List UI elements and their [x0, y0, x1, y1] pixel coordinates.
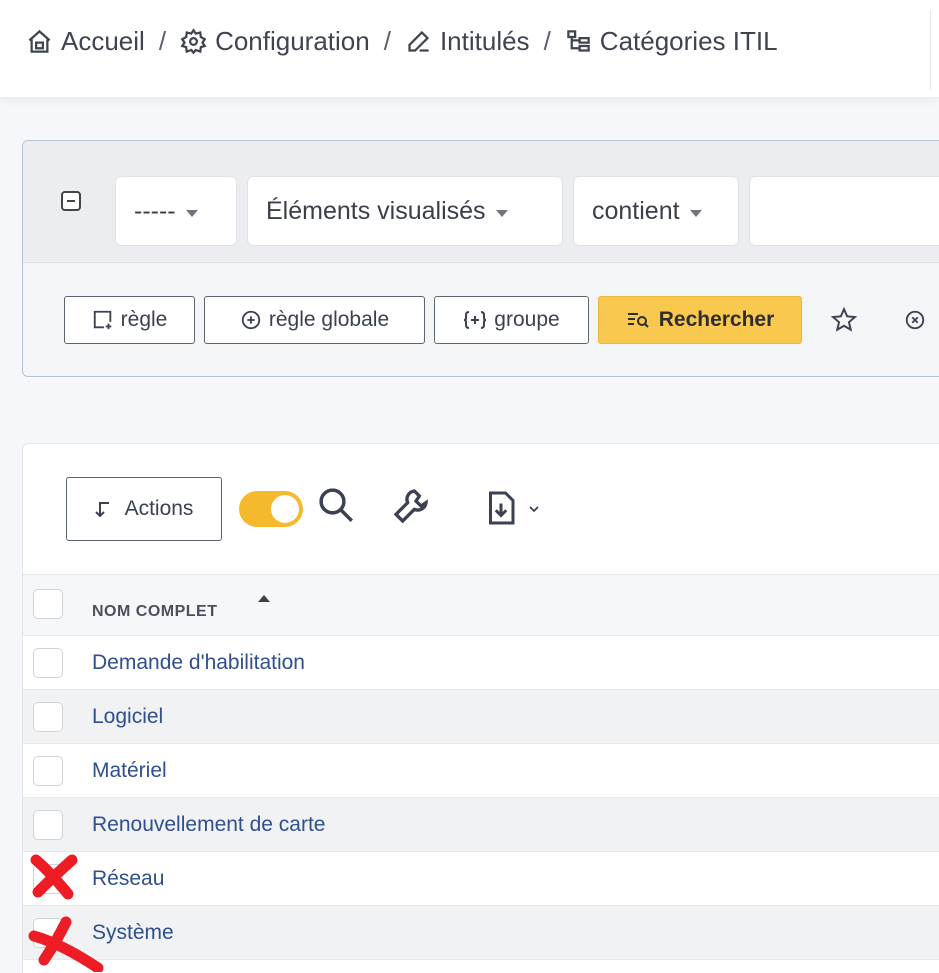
row-checkbox[interactable]: [33, 756, 63, 786]
add-rule-icon: [93, 310, 111, 330]
page-header: Accueil / Configuration / Intitulés / Ca…: [0, 0, 939, 98]
row-link[interactable]: Matériel: [92, 759, 167, 783]
home-icon: [28, 29, 51, 53]
search-button-label: Rechercher: [658, 308, 775, 331]
row-checkbox[interactable]: [33, 918, 63, 948]
chevron-down-icon: [689, 209, 702, 217]
bookmark-star-icon[interactable]: [831, 307, 857, 333]
results-panel: Actions NOM COMPLET Demande d'habilitati…: [22, 443, 939, 973]
wrench-icon[interactable]: [391, 486, 431, 526]
add-global-rule-button[interactable]: règle globale: [204, 296, 425, 344]
actions-arrow-icon: [94, 502, 109, 518]
search-buttons-row: règle règle globale groupe Rechercher: [23, 263, 939, 376]
table-row: Logiciel: [23, 690, 939, 744]
add-global-rule-label: règle globale: [268, 308, 390, 331]
table-row: Système: [23, 906, 939, 960]
breadcrumb-label: Accueil: [61, 26, 145, 56]
field-select-value: -----: [134, 196, 176, 225]
row-link[interactable]: Renouvellement de carte: [92, 813, 325, 837]
breadcrumb-intitules[interactable]: Intitulés: [405, 26, 530, 57]
search-button[interactable]: Rechercher: [598, 296, 802, 344]
tree-icon: [567, 30, 590, 52]
row-link[interactable]: Logiciel: [92, 705, 163, 729]
breadcrumb-separator: /: [383, 26, 391, 56]
breadcrumb-separator: /: [543, 26, 551, 56]
export-file-icon[interactable]: [485, 490, 517, 526]
gear-icon: [180, 28, 207, 55]
plus-circle-icon: [241, 310, 261, 330]
search-icon[interactable]: [315, 484, 357, 526]
sort-ascending-icon: [258, 595, 270, 602]
row-link[interactable]: Système: [92, 921, 174, 945]
operator-select-value: contient: [592, 196, 680, 225]
breadcrumb-configuration[interactable]: Configuration: [180, 26, 370, 57]
row-link[interactable]: Réseau: [92, 867, 164, 891]
breadcrumb-label: Configuration: [215, 26, 370, 56]
operator-select[interactable]: contient: [573, 176, 739, 246]
add-group-label: groupe: [494, 308, 560, 331]
table-row: Matériel: [23, 744, 939, 798]
select-all-checkbox[interactable]: [33, 589, 63, 619]
search-value-input[interactable]: [749, 176, 939, 246]
view-select[interactable]: Éléments visualisés: [247, 176, 563, 246]
breadcrumb: Accueil / Configuration / Intitulés / Ca…: [26, 26, 778, 57]
actions-label: Actions: [124, 497, 194, 520]
add-rule-button[interactable]: règle: [64, 296, 195, 344]
row-checkbox[interactable]: [33, 648, 63, 678]
breadcrumb-label: Catégories ITIL: [599, 26, 778, 56]
breadcrumb-label: Intitulés: [439, 26, 530, 56]
edit-icon: [408, 30, 430, 52]
add-group-button[interactable]: groupe: [434, 296, 589, 344]
reset-search-icon[interactable]: [904, 309, 926, 331]
group-brackets-icon: [464, 311, 487, 329]
row-checkbox[interactable]: [33, 810, 63, 840]
row-checkbox[interactable]: [33, 702, 63, 732]
breadcrumb-separator: /: [158, 26, 167, 56]
collapse-criteria-icon[interactable]: [61, 191, 81, 211]
breadcrumb-categories-itil[interactable]: Catégories ITIL: [565, 26, 778, 57]
filter-search-icon: [627, 313, 649, 328]
chevron-down-icon[interactable]: [528, 504, 540, 514]
chevron-down-icon: [185, 209, 198, 217]
row-link[interactable]: Demande d'habilitation: [92, 651, 305, 675]
column-header-nom-complet[interactable]: NOM COMPLET: [92, 603, 218, 621]
chevron-down-icon: [495, 209, 508, 217]
table-row: Renouvellement de carte: [23, 798, 939, 852]
header-divider: [930, 10, 931, 90]
add-rule-label: règle: [120, 308, 168, 331]
field-select[interactable]: -----: [115, 176, 237, 246]
actions-button[interactable]: Actions: [66, 477, 222, 541]
table-header: NOM COMPLET: [23, 574, 939, 636]
row-checkbox[interactable]: [33, 864, 63, 894]
view-select-value: Éléments visualisés: [266, 196, 486, 225]
display-toggle-switch[interactable]: [239, 491, 303, 527]
table-row: Demande d'habilitation: [23, 636, 939, 690]
criteria-row: ----- Éléments visualisés contient: [23, 141, 939, 263]
table-row: Réseau: [23, 852, 939, 906]
search-criteria-panel: ----- Éléments visualisés contient règle…: [22, 140, 939, 377]
breadcrumb-home[interactable]: Accueil: [26, 26, 145, 57]
